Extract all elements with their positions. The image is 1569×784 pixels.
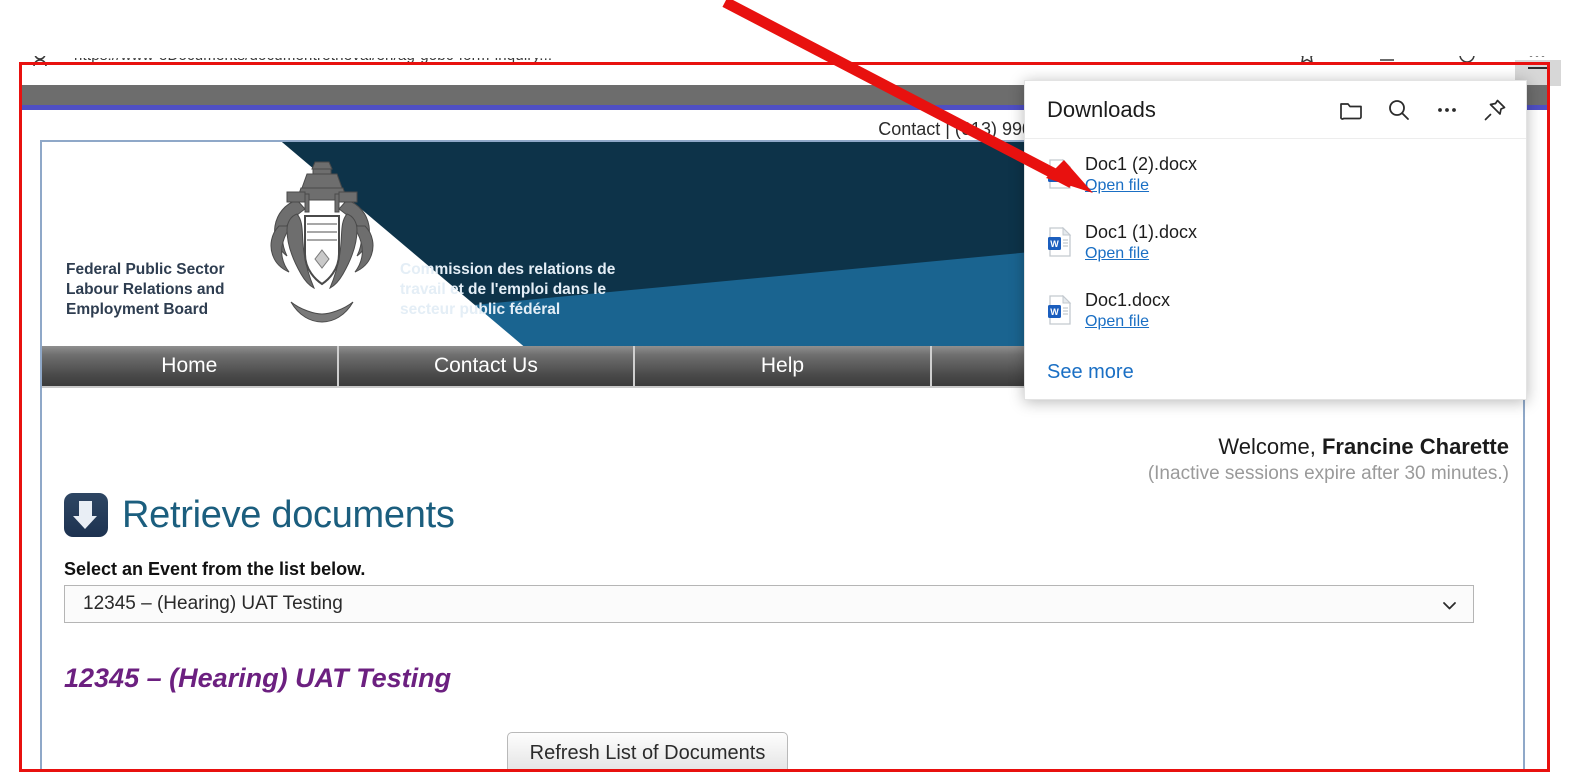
- nav-item-contact-us[interactable]: Contact Us: [339, 346, 636, 386]
- collections-icon[interactable]: [1376, 56, 1398, 66]
- download-file-name: Doc1 (2).docx: [1085, 154, 1198, 174]
- see-more-link[interactable]: See more: [1025, 351, 1134, 384]
- folder-icon[interactable]: [1338, 97, 1364, 123]
- svg-text:W: W: [1050, 239, 1059, 249]
- open-file-link[interactable]: Open file: [1085, 313, 1149, 331]
- favorite-icon[interactable]: [1296, 56, 1318, 66]
- banner-org-en: Federal Public Sector Labour Relations a…: [66, 261, 225, 318]
- open-file-link[interactable]: Open file: [1085, 177, 1149, 195]
- welcome-username: Francine Charette: [1321, 434, 1509, 459]
- page-heading: Retrieve documents: [64, 493, 1501, 537]
- more-options-icon[interactable]: [1434, 97, 1460, 123]
- page-title: Retrieve documents: [122, 493, 455, 536]
- refresh-button-wrap: Refresh List of Documents: [64, 732, 1501, 769]
- word-document-icon: W: [1047, 226, 1073, 257]
- nav-item-help[interactable]: Help: [635, 346, 932, 386]
- download-item[interactable]: W Doc1 (2).docx Open file: [1025, 147, 1526, 215]
- download-file-name: Doc1.docx: [1085, 290, 1171, 310]
- download-item[interactable]: W Doc1.docx Open file: [1025, 283, 1526, 351]
- welcome-block: Welcome, Francine Charette (Inactive ses…: [1148, 434, 1509, 485]
- downloads-title: Downloads: [1047, 96, 1156, 122]
- address-bar[interactable]: https://www-eDocuments/documentretrieval…: [60, 58, 1280, 78]
- screenshot-canvas: https://www-eDocuments/documentretrieval…: [0, 0, 1569, 784]
- word-document-icon: W: [1047, 158, 1073, 189]
- browser-chrome: https://www-eDocuments/documentretrieval…: [0, 0, 1569, 92]
- event-select-label: Select an Event from the list below.: [64, 559, 366, 579]
- svg-text:W: W: [1050, 307, 1059, 317]
- profile-icon[interactable]: [33, 56, 47, 72]
- address-bar-text: https://www-eDocuments/documentretrieval…: [74, 58, 552, 64]
- main-content: Retrieve documents Select an Event from …: [42, 487, 1523, 769]
- contact-text[interactable]: Contact | (613) 990–: [878, 119, 1042, 140]
- welcome-greeting: Welcome, Francine Charette: [1148, 434, 1509, 460]
- search-icon[interactable]: [1386, 97, 1412, 123]
- selected-event-title: 12345 – (Hearing) UAT Testing: [64, 663, 452, 693]
- svg-text:W: W: [1050, 171, 1059, 181]
- word-document-icon: W: [1047, 294, 1073, 325]
- browser-essentials-icon[interactable]: [1456, 56, 1478, 66]
- refresh-list-button[interactable]: Refresh List of Documents: [506, 732, 789, 769]
- nav-item-home[interactable]: Home: [42, 346, 339, 386]
- event-select[interactable]: 12345 – (Hearing) UAT Testing: [64, 585, 1474, 623]
- open-file-link[interactable]: Open file: [1085, 245, 1149, 263]
- download-file-name: Doc1 (1).docx: [1085, 222, 1198, 242]
- banner-org-fr: Commission des relations de travail et d…: [400, 261, 616, 318]
- downloads-list: W Doc1 (2).docx Open file W Doc1 (1).doc…: [1025, 139, 1526, 384]
- welcome-text: Welcome,: [1218, 434, 1322, 459]
- chevron-down-icon: [1442, 597, 1457, 612]
- downloads-flyout: Downloads W Doc1 (2).docx Open file W Do…: [1024, 80, 1527, 400]
- download-arrow-icon: [64, 493, 108, 537]
- download-item[interactable]: W Doc1 (1).docx Open file: [1025, 215, 1526, 283]
- event-select-value: 12345 – (Hearing) UAT Testing: [83, 593, 343, 614]
- coat-of-arms-icon: [257, 154, 387, 334]
- session-expiry-note: (Inactive sessions expire after 30 minut…: [1147, 463, 1509, 484]
- pin-icon[interactable]: [1482, 97, 1508, 123]
- downloads-header: Downloads: [1025, 81, 1526, 139]
